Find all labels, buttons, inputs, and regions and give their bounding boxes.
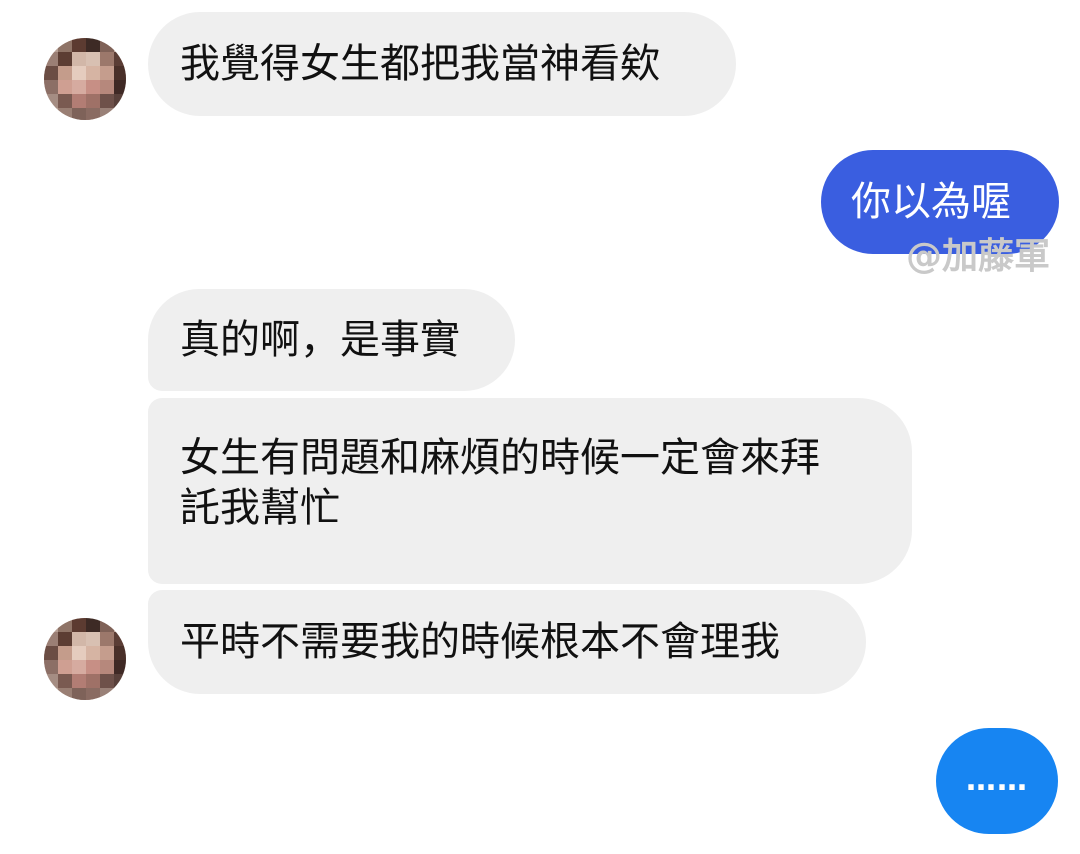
- sender-avatar[interactable]: [44, 38, 126, 120]
- message-bubble-incoming[interactable]: 我覺得女生都把我當神看欸: [148, 12, 736, 116]
- message-bubble-incoming[interactable]: 女生有問題和麻煩的時候一定會來拜 託我幫忙: [148, 398, 912, 584]
- message-bubble-incoming[interactable]: 真的啊，是事實: [148, 289, 515, 391]
- watermark-text: @加藤軍: [906, 236, 1051, 277]
- message-bubble-incoming[interactable]: 平時不需要我的時候根本不會理我: [148, 590, 866, 694]
- sender-avatar[interactable]: [44, 618, 126, 700]
- typing-indicator-bubble[interactable]: ……: [936, 728, 1058, 834]
